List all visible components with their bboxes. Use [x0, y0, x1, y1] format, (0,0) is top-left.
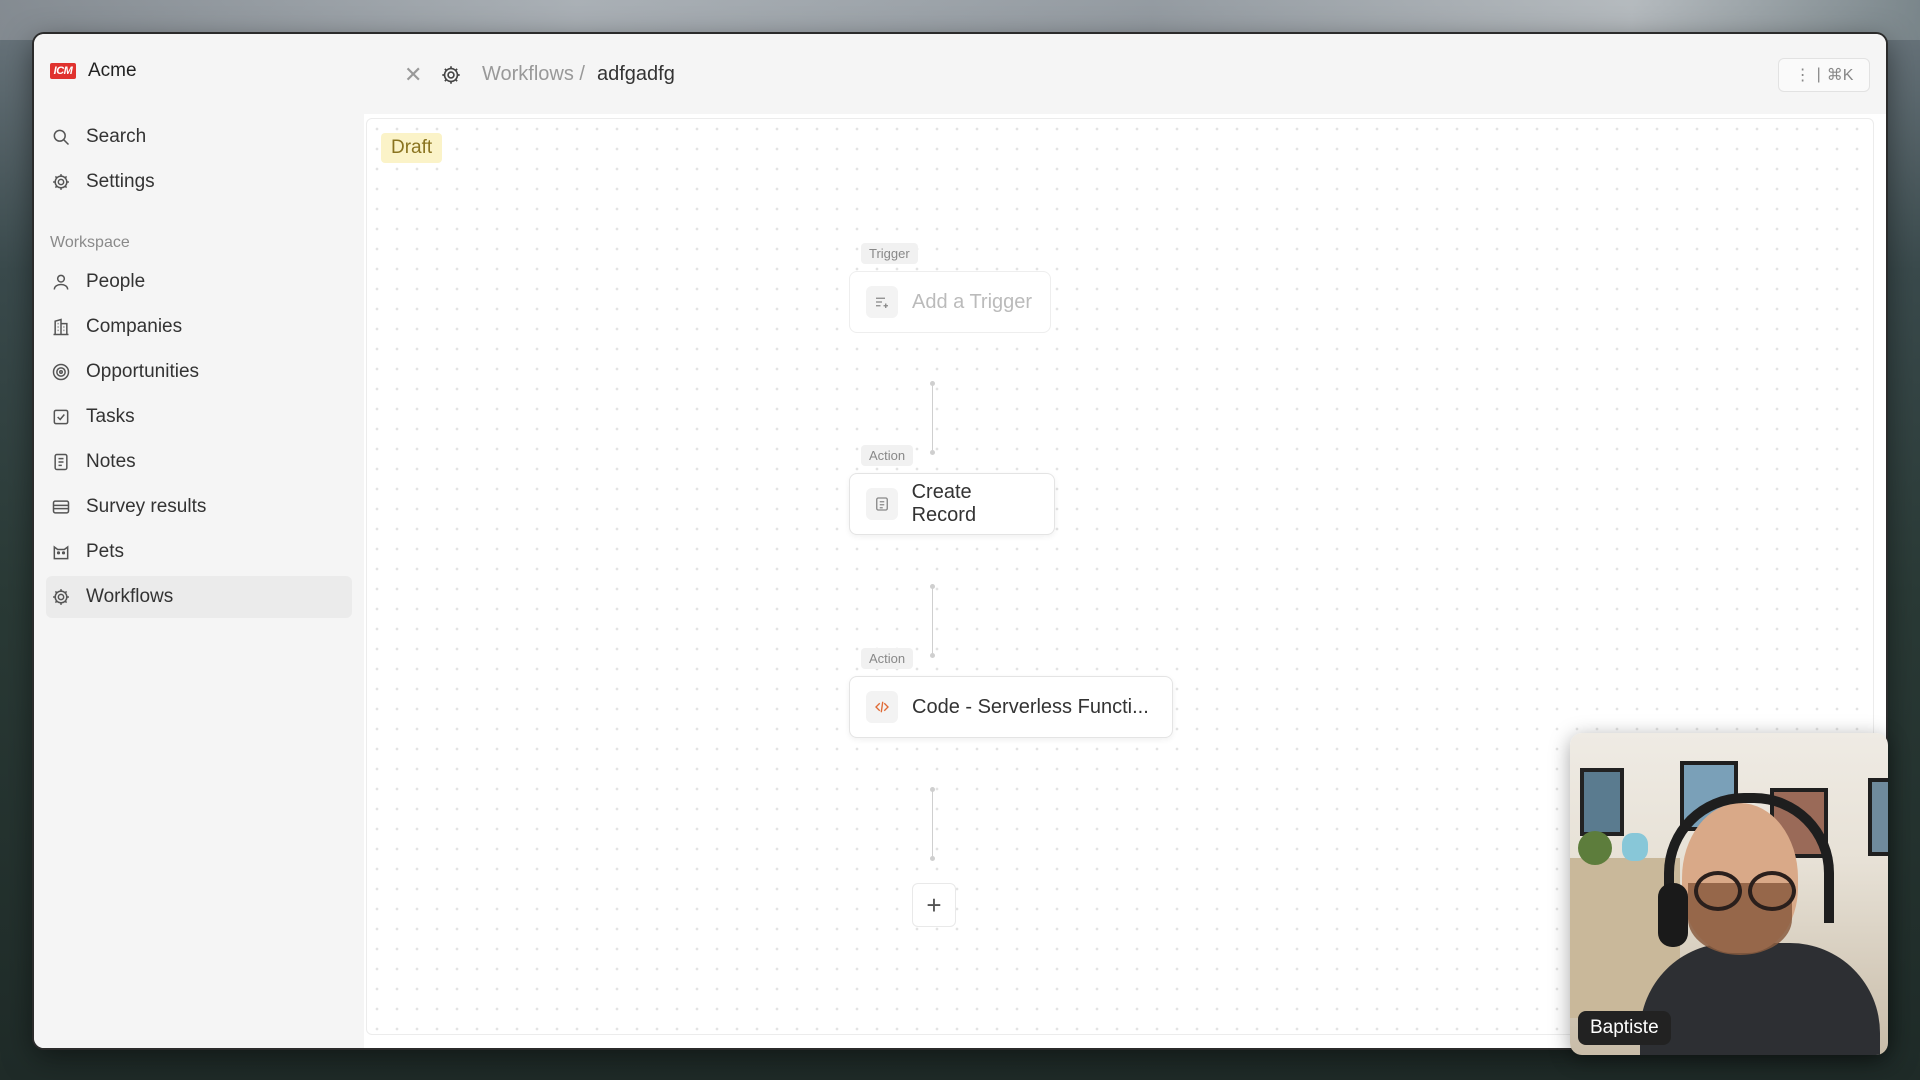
list-add-icon	[866, 286, 898, 318]
user-icon	[50, 271, 72, 293]
connector-line	[930, 584, 935, 658]
person-body	[1640, 943, 1880, 1055]
node-type-label: Trigger	[861, 243, 918, 264]
toy-figure	[1622, 833, 1648, 861]
code-icon	[866, 691, 898, 723]
brand-logo: ICM	[50, 63, 76, 79]
connector-line	[930, 787, 935, 861]
breadcrumb: Workflows / adfgadfg	[482, 63, 675, 86]
sidebar-item-label: Search	[86, 126, 147, 147]
webcam-overlay: Baptiste	[1570, 733, 1888, 1055]
connector-line	[930, 381, 935, 455]
sidebar-item-notes[interactable]: Notes	[46, 441, 352, 483]
status-badge: Draft	[381, 133, 443, 163]
node-type-label: Action	[861, 445, 914, 466]
sidebar-item-label: Opportunities	[86, 361, 200, 382]
divider: |	[1816, 66, 1821, 83]
wall-picture	[1580, 768, 1624, 836]
search-icon	[50, 126, 72, 148]
table-icon	[50, 496, 72, 518]
sidebar-item-label: Settings	[86, 171, 155, 192]
workspace-brand[interactable]: ICM Acme	[50, 60, 137, 82]
brand-name: Acme	[88, 60, 137, 81]
checkbox-icon	[50, 406, 72, 428]
sidebar-item-settings[interactable]: Settings	[46, 161, 352, 203]
sidebar-item-workflows[interactable]: Workflows	[46, 576, 352, 618]
sidebar-item-survey-results[interactable]: Survey results	[46, 486, 352, 528]
top-bar: ✕ Workflows / adfgadfg ⋮ | ⌘K	[364, 34, 1886, 114]
sidebar-item-label: Companies	[86, 316, 183, 337]
node-title: Create Record	[911, 481, 977, 526]
sidebar-item-search[interactable]: Search	[46, 116, 352, 158]
sidebar-item-pets[interactable]: Pets	[46, 531, 352, 573]
sidebar-item-people[interactable]: People	[46, 261, 352, 303]
node-type-label: Action	[861, 648, 914, 669]
gear-icon	[50, 586, 72, 608]
sidebar-item-label: People	[86, 271, 146, 292]
node-title: Add a Trigger	[912, 290, 1033, 313]
wall-picture	[1868, 778, 1888, 856]
sidebar-item-opportunities[interactable]: Opportunities	[46, 351, 352, 393]
sidebar-item-label: Workflows	[86, 586, 174, 607]
sidebar-item-label: Survey results	[86, 496, 207, 517]
workspace-section-label: Workspace	[50, 234, 130, 251]
cat-icon	[50, 541, 72, 563]
sidebar-item-label: Pets	[86, 541, 125, 562]
sidebar-workspace-nav: People Companies Opportunities Tasks Not…	[46, 261, 352, 621]
sidebar-item-label: Notes	[86, 451, 136, 472]
note-icon	[50, 451, 72, 473]
close-icon[interactable]: ✕	[404, 62, 422, 88]
create-record-node[interactable]: Create Record	[849, 473, 1055, 535]
node-title: Code - Serverless Functi...	[912, 695, 1149, 718]
sidebar-item-label: Tasks	[86, 406, 135, 427]
more-vertical-icon: ⋮	[1794, 67, 1811, 84]
shortcut-label: ⌘K	[1826, 67, 1854, 84]
code-serverless-function-node[interactable]: Code - Serverless Functi...	[849, 676, 1173, 738]
add-step-button[interactable]: +	[912, 883, 956, 927]
sidebar: ICM Acme Search Settings Workspace Peopl…	[34, 34, 364, 1048]
target-icon	[50, 361, 72, 383]
webcam-name-label: Baptiste	[1578, 1011, 1671, 1045]
headphone-earcup	[1658, 883, 1688, 947]
breadcrumb-parent-link[interactable]: Workflows /	[482, 63, 585, 86]
gear-icon	[440, 64, 462, 91]
record-icon	[866, 488, 898, 520]
command-menu-button[interactable]: ⋮ | ⌘K	[1778, 58, 1870, 92]
sidebar-item-companies[interactable]: Companies	[46, 306, 352, 348]
gear-icon	[50, 171, 72, 193]
breadcrumb-current: adfgadfg	[596, 63, 675, 85]
add-trigger-node[interactable]: Add a Trigger	[849, 271, 1051, 333]
plant	[1578, 831, 1612, 865]
building-icon	[50, 316, 72, 338]
sidebar-top-nav: Search Settings	[46, 116, 352, 206]
sidebar-item-tasks[interactable]: Tasks	[46, 396, 352, 438]
